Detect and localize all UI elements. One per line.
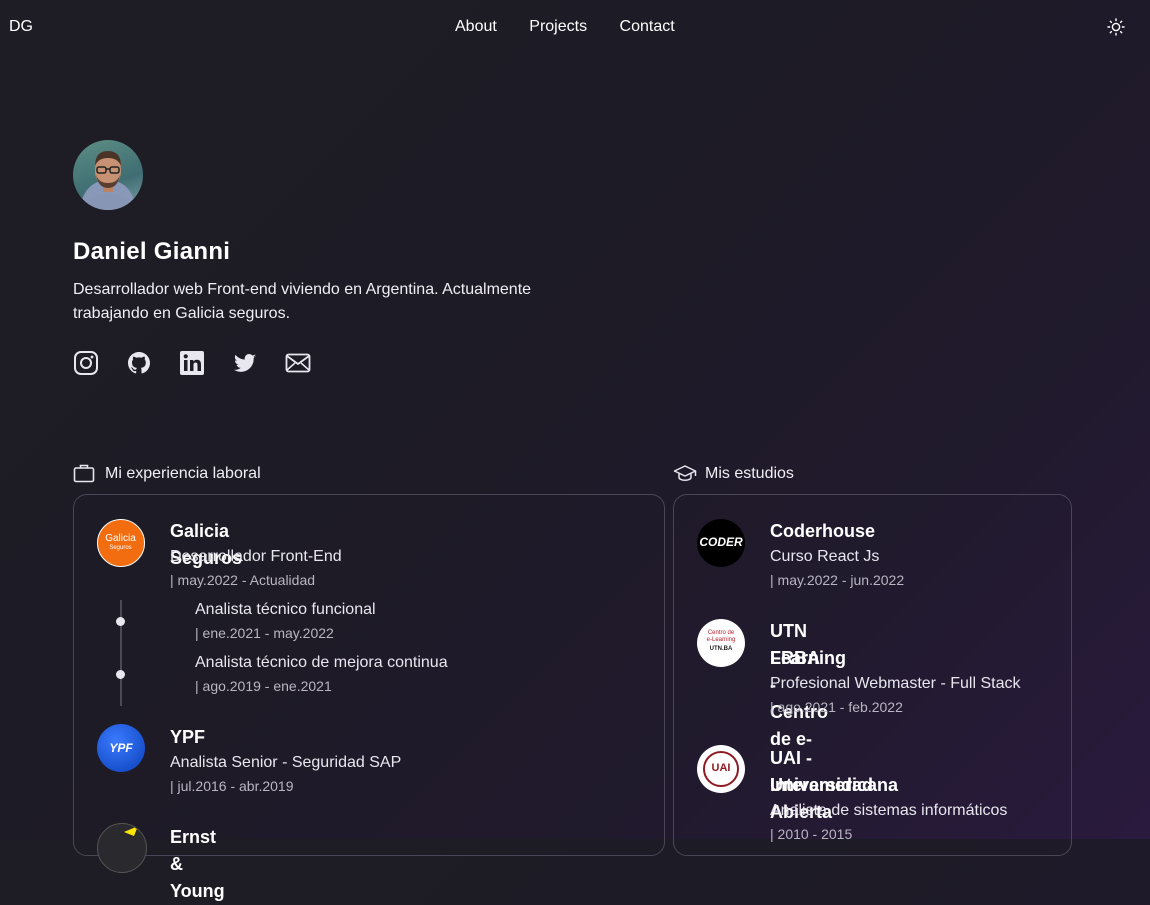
github-icon[interactable] [126, 350, 152, 376]
timeline-line [120, 600, 122, 706]
ypf-logo: YPF [97, 724, 145, 772]
graduation-cap-icon [673, 465, 697, 482]
ey-logo [97, 823, 147, 873]
avatar [73, 140, 143, 210]
experience-card [73, 494, 665, 856]
studies-title-text: Mis estudios [705, 465, 794, 482]
school-name-cont: Learning [770, 648, 847, 668]
job-date: | may.2022 - Actualidad [170, 572, 316, 588]
study-date: | ago.2021 - feb.2022 [770, 699, 903, 715]
site-logo[interactable]: DG [9, 18, 33, 36]
study-date: | may.2022 - jun.2022 [770, 572, 905, 588]
profile-name: Daniel Gianni [73, 238, 231, 265]
school-name-cont: Interamericana [770, 775, 899, 795]
course-name: Profesional Webmaster - Full Stack [770, 675, 1021, 692]
briefcase-icon [73, 464, 95, 483]
galicia-logo: Galicia Seguros [97, 519, 145, 567]
job-role: Desarrollador Front-End [170, 548, 342, 565]
company-name: Ernst & Young [170, 827, 225, 901]
mail-icon[interactable] [285, 350, 311, 376]
sub-job-date: | ene.2021 - may.2022 [195, 625, 334, 641]
avatar-illustration [82, 151, 134, 210]
sub-job-date: | ago.2019 - ene.2021 [195, 678, 332, 694]
job-role: Analista Senior - Seguridad SAP [170, 754, 402, 771]
sub-job-role: Analista técnico funcional [195, 601, 376, 618]
coderhouse-logo: CODER [697, 519, 745, 567]
school-name: Coderhouse [770, 521, 876, 541]
course-name: Analista de sistemas informáticos [770, 802, 1008, 819]
top-navbar: DG About Projects Contact [0, 0, 1150, 55]
timeline-dot [116, 670, 125, 679]
twitter-icon[interactable] [232, 350, 258, 376]
instagram-icon[interactable] [73, 350, 99, 376]
linkedin-icon[interactable] [179, 350, 205, 376]
course-name: Curso React Js [770, 548, 880, 565]
profile-bio: Desarrollador web Front-end viviendo en … [73, 281, 532, 322]
sub-job-role: Analista técnico de mejora continua [195, 654, 448, 671]
nav-link-contact[interactable]: Contact [620, 18, 675, 35]
job-date: | jul.2016 - abr.2019 [170, 778, 294, 794]
nav-link-about[interactable]: About [455, 18, 497, 35]
sun-icon[interactable] [1107, 18, 1125, 36]
company-name: YPF [170, 727, 206, 747]
study-date: | 2010 - 2015 [770, 826, 853, 842]
nav-menu: About Projects Contact [455, 18, 703, 36]
timeline-dot [116, 617, 125, 626]
nav-link-projects[interactable]: Projects [529, 18, 587, 35]
uai-logo: UAI [697, 745, 745, 793]
utn-logo: Centro de e-Learning UTN.BA [697, 619, 745, 667]
experience-title-text: Mi experiencia laboral [105, 465, 261, 482]
